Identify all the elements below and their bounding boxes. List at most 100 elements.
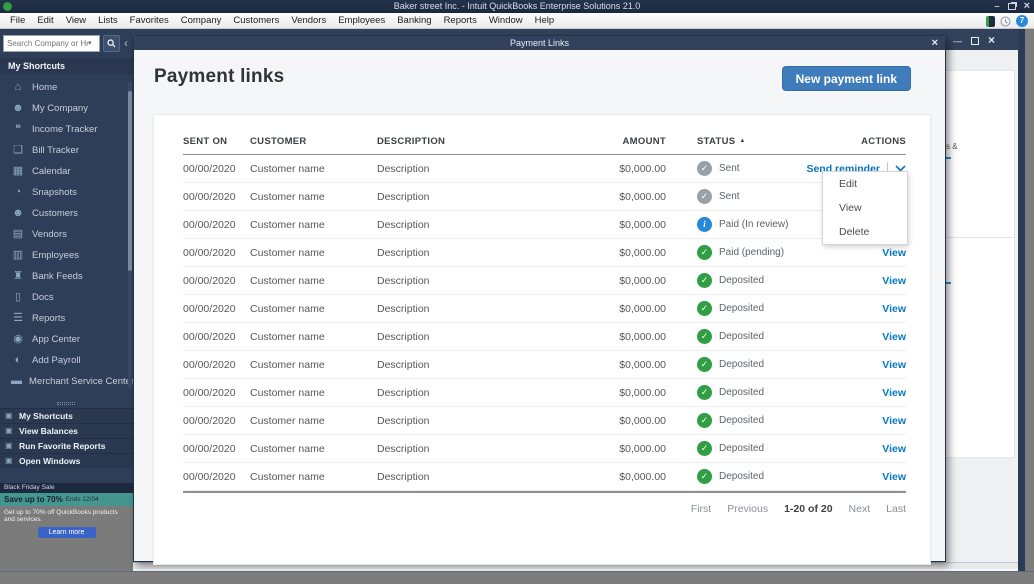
menu-item[interactable]: View xyxy=(60,13,92,29)
cell-amount: $0,000.00 xyxy=(619,302,666,315)
sidebar-item-label: My Company xyxy=(32,103,88,114)
new-payment-link-button[interactable]: New payment link xyxy=(781,66,911,91)
sidebar-section-header[interactable]: Open Windows xyxy=(0,453,133,468)
learn-more-button[interactable]: Learn more xyxy=(37,527,96,538)
sidebar-item[interactable]: Docs xyxy=(0,287,133,308)
header-status[interactable]: STATUS ▲ xyxy=(666,136,806,147)
sidebar-item[interactable]: Reports xyxy=(0,308,133,329)
status-icon xyxy=(697,301,712,316)
menu-item[interactable]: Window xyxy=(483,13,529,29)
truncated-text: s & xyxy=(946,142,958,151)
search-input[interactable] xyxy=(4,38,88,48)
dropdown-menu-item[interactable]: Edit xyxy=(823,172,907,196)
view-link[interactable]: View xyxy=(882,471,906,483)
table-row: 00/00/2020 Customer name Description $0,… xyxy=(183,211,906,239)
menu-item[interactable]: Help xyxy=(529,13,561,29)
sidebar-item[interactable]: Merchant Service Center xyxy=(0,371,134,392)
sidebar-item[interactable]: Income Tracker xyxy=(0,119,133,140)
menu-item[interactable]: Lists xyxy=(92,13,124,29)
view-link[interactable]: View xyxy=(882,443,906,455)
truncated-link xyxy=(946,157,951,159)
menu-item[interactable]: Banking xyxy=(391,13,437,29)
view-link[interactable]: View xyxy=(882,331,906,343)
promo-title: Black Friday Sale xyxy=(0,483,133,493)
sidebar-item[interactable]: Customers xyxy=(0,203,133,224)
header-customer[interactable]: CUSTOMER xyxy=(250,136,377,147)
background-panel xyxy=(943,237,1015,458)
header-amount[interactable]: AMOUNT xyxy=(571,136,666,147)
sidebar-section-header[interactable]: View Balances xyxy=(0,423,133,438)
close-icon[interactable]: × xyxy=(932,36,938,50)
cell-description: Description xyxy=(377,190,430,203)
cell-customer: Customer name xyxy=(250,442,325,455)
cell-status: Deposited xyxy=(666,441,806,456)
quickbooks-mini-icon[interactable] xyxy=(986,15,995,27)
minimize-icon[interactable] xyxy=(995,2,1000,11)
header-actions[interactable]: ACTIONS xyxy=(806,136,906,147)
sidebar-section-header[interactable]: My Shortcuts xyxy=(0,408,133,423)
cell-amount: $0,000.00 xyxy=(619,414,666,427)
promo-headline: Save up to 70% xyxy=(4,495,63,504)
menu-item[interactable]: Reports xyxy=(438,13,483,29)
cell-description: Description xyxy=(377,386,430,399)
sidebar-item[interactable]: My Company xyxy=(0,98,133,119)
close-icon[interactable] xyxy=(1024,2,1030,11)
sidebar-item[interactable]: Vendors xyxy=(0,224,133,245)
window-border xyxy=(1018,29,1025,571)
sidebar-section-header[interactable]: Run Favorite Reports xyxy=(0,438,133,453)
menu-item[interactable]: Favorites xyxy=(124,13,175,29)
view-link[interactable]: View xyxy=(882,387,906,399)
maximize-icon[interactable] xyxy=(970,37,979,45)
sidebar-item[interactable]: Home xyxy=(0,77,133,98)
notification-badge[interactable]: 7 xyxy=(1016,15,1028,27)
header-sent-on[interactable]: SENT ON xyxy=(183,136,250,147)
view-link[interactable]: View xyxy=(882,415,906,427)
header-description[interactable]: DESCRIPTION xyxy=(377,136,571,147)
dropdown-menu-item[interactable]: View xyxy=(823,196,907,220)
scrollbar-thumb[interactable] xyxy=(128,91,132,271)
status-label: Deposited xyxy=(719,443,765,454)
clock-icon[interactable] xyxy=(1000,16,1011,27)
view-link[interactable]: View xyxy=(882,275,906,287)
customers-icon xyxy=(11,208,25,219)
pagination-first[interactable]: First xyxy=(691,503,711,515)
cell-actions: Send reminder View xyxy=(806,471,906,483)
collapse-sidebar-icon[interactable]: ‹ xyxy=(124,37,128,49)
close-icon[interactable] xyxy=(988,36,995,46)
sidebar-item[interactable]: Bank Feeds xyxy=(0,266,133,287)
sidebar-item[interactable]: Employees xyxy=(0,245,133,266)
menu-item[interactable]: File xyxy=(4,13,31,29)
cell-amount: $0,000.00 xyxy=(619,358,666,371)
menu-item[interactable]: Customers xyxy=(227,13,285,29)
view-link[interactable]: View xyxy=(882,359,906,371)
sidebar-item[interactable]: Add Payroll xyxy=(0,350,133,371)
status-label: Sent xyxy=(719,191,740,202)
pagination-previous[interactable]: Previous xyxy=(727,503,768,515)
sidebar-item[interactable]: Calendar xyxy=(0,161,133,182)
cell-customer: Customer name xyxy=(250,274,325,287)
cell-status: Deposited xyxy=(666,413,806,428)
restore-icon[interactable] xyxy=(1007,3,1016,10)
chevron-down-icon[interactable]: ▾ xyxy=(88,39,92,47)
menu-item[interactable]: Employees xyxy=(332,13,391,29)
minimize-icon[interactable] xyxy=(953,37,962,46)
menu-item[interactable]: Company xyxy=(175,13,228,29)
sidebar-item[interactable]: Bill Tracker xyxy=(0,140,133,161)
sidebar-item[interactable]: Snapshots xyxy=(0,182,133,203)
cell-sent-on: 00/00/2020 xyxy=(183,414,236,427)
view-link[interactable]: View xyxy=(882,247,906,259)
pagination-next[interactable]: Next xyxy=(849,503,871,515)
menu-item[interactable]: Edit xyxy=(31,13,59,29)
payment-links-modal: Payment Links × Payment links New paymen… xyxy=(133,35,946,565)
resize-gripper[interactable] xyxy=(57,402,75,405)
sidebar-item[interactable]: App Center xyxy=(0,329,133,350)
search-button[interactable] xyxy=(103,34,120,52)
status-label: Deposited xyxy=(719,275,765,286)
cell-status: Deposited xyxy=(666,385,806,400)
cell-sent-on: 00/00/2020 xyxy=(183,330,236,343)
view-link[interactable]: View xyxy=(882,303,906,315)
pagination-last[interactable]: Last xyxy=(886,503,906,515)
menu-item[interactable]: Vendors xyxy=(285,13,332,29)
status-label: Deposited xyxy=(719,359,765,370)
dropdown-menu-item[interactable]: Delete xyxy=(823,220,907,244)
